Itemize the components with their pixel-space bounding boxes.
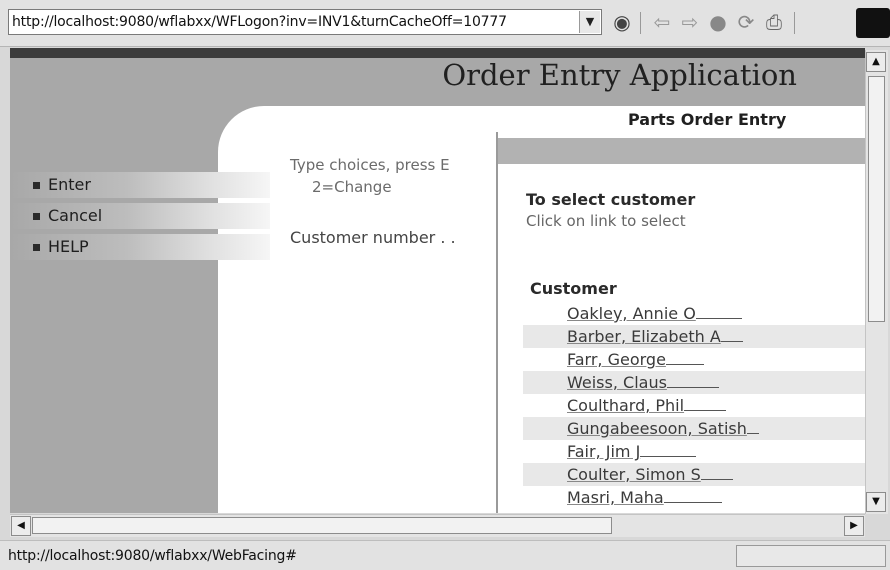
address-url[interactable]: http://localhost:9080/wflabxx/WFLogon?in… (12, 14, 507, 30)
browser-toolbar: http://localhost:9080/wflabxx/WFLogon?in… (0, 0, 890, 47)
customer-link[interactable]: Oakley, Annie O (567, 304, 742, 323)
toolbar-separator (640, 12, 641, 34)
page-viewport: Order Entry Application Parts Order Entr… (10, 48, 865, 513)
list-item: Oakley, Annie O (523, 302, 865, 325)
customer-link[interactable]: Weiss, Claus (567, 373, 719, 392)
list-item: Fair, Jim J (523, 440, 865, 463)
scroll-up-icon[interactable]: ▲ (866, 52, 886, 72)
bullet-icon (33, 213, 40, 220)
scroll-left-icon[interactable]: ◀ (11, 516, 31, 536)
list-item: Masri, Maha (523, 486, 865, 509)
print-icon[interactable]: ⎙ (762, 10, 786, 34)
address-dropdown-icon[interactable]: ▼ (579, 11, 600, 33)
popup-instruction: Click on link to select (526, 212, 686, 230)
list-item: Farr, George (523, 348, 865, 371)
menu-item-enter[interactable]: Enter (10, 172, 270, 198)
popup-title-bar[interactable] (498, 138, 865, 164)
page-subtitle: Parts Order Entry (628, 110, 787, 129)
customer-link[interactable]: Gungabeesoon, Satish (567, 419, 759, 438)
header-band (10, 48, 865, 58)
menu-item-label[interactable]: Enter (48, 175, 91, 194)
menu-item-cancel[interactable]: Cancel (10, 203, 270, 229)
menu-item-label[interactable]: HELP (48, 237, 89, 256)
scroll-down-icon[interactable]: ▼ (866, 492, 886, 512)
stop-icon[interactable]: ● (706, 10, 730, 34)
instruction-text: Type choices, press E (290, 156, 450, 174)
function-key-menu: Enter Cancel HELP (10, 172, 270, 265)
status-panel (736, 545, 886, 567)
customer-link[interactable]: Masri, Maha (567, 488, 722, 507)
toolbar-extra-icon[interactable] (856, 8, 890, 38)
customer-select-popup: To select customer Click on link to sele… (496, 132, 865, 513)
status-bar: http://localhost:9080/wflabxx/WebFacing# (0, 540, 890, 570)
list-item: Weiss, Claus (523, 371, 865, 394)
status-url: http://localhost:9080/wflabxx/WebFacing# (8, 548, 297, 564)
menu-item-help[interactable]: HELP (10, 234, 270, 260)
customer-link[interactable]: Barber, Elizabeth A (567, 327, 743, 346)
list-item: Barber, Elizabeth A (523, 325, 865, 348)
vertical-scroll-thumb[interactable] (868, 76, 885, 322)
forward-icon[interactable]: ⇨ (678, 10, 702, 34)
customer-link[interactable]: Farr, George (567, 350, 704, 369)
customer-column-label: Customer (530, 279, 617, 298)
toolbar-separator (794, 12, 795, 34)
go-icon[interactable]: ◉ (610, 10, 634, 34)
refresh-icon[interactable]: ⟳ (734, 10, 758, 34)
customer-number-label: Customer number . . (290, 228, 456, 247)
app-title: Order Entry Application (442, 58, 797, 92)
menu-item-label[interactable]: Cancel (48, 206, 102, 225)
customer-link[interactable]: Fair, Jim J (567, 442, 696, 461)
vertical-scrollbar[interactable]: ▲ ▼ (865, 50, 888, 514)
scroll-right-icon[interactable]: ▶ (844, 516, 864, 536)
list-item: Coulthard, Phil (523, 394, 865, 417)
customer-link[interactable]: Coulter, Simon S (567, 465, 733, 484)
back-icon[interactable]: ⇦ (650, 10, 674, 34)
list-item: Gungabeesoon, Satish (523, 417, 865, 440)
list-item: Coulter, Simon S (523, 463, 865, 486)
bullet-icon (33, 182, 40, 189)
popup-heading: To select customer (526, 190, 696, 209)
customer-link[interactable]: Coulthard, Phil (567, 396, 726, 415)
horizontal-scroll-thumb[interactable] (32, 517, 612, 534)
customer-list: Oakley, Annie O Barber, Elizabeth A Farr… (523, 302, 865, 509)
horizontal-scrollbar[interactable]: ◀ ▶ (10, 514, 865, 537)
address-bar[interactable]: http://localhost:9080/wflabxx/WFLogon?in… (8, 9, 602, 35)
instruction-option: 2=Change (312, 178, 392, 196)
bullet-icon (33, 244, 40, 251)
